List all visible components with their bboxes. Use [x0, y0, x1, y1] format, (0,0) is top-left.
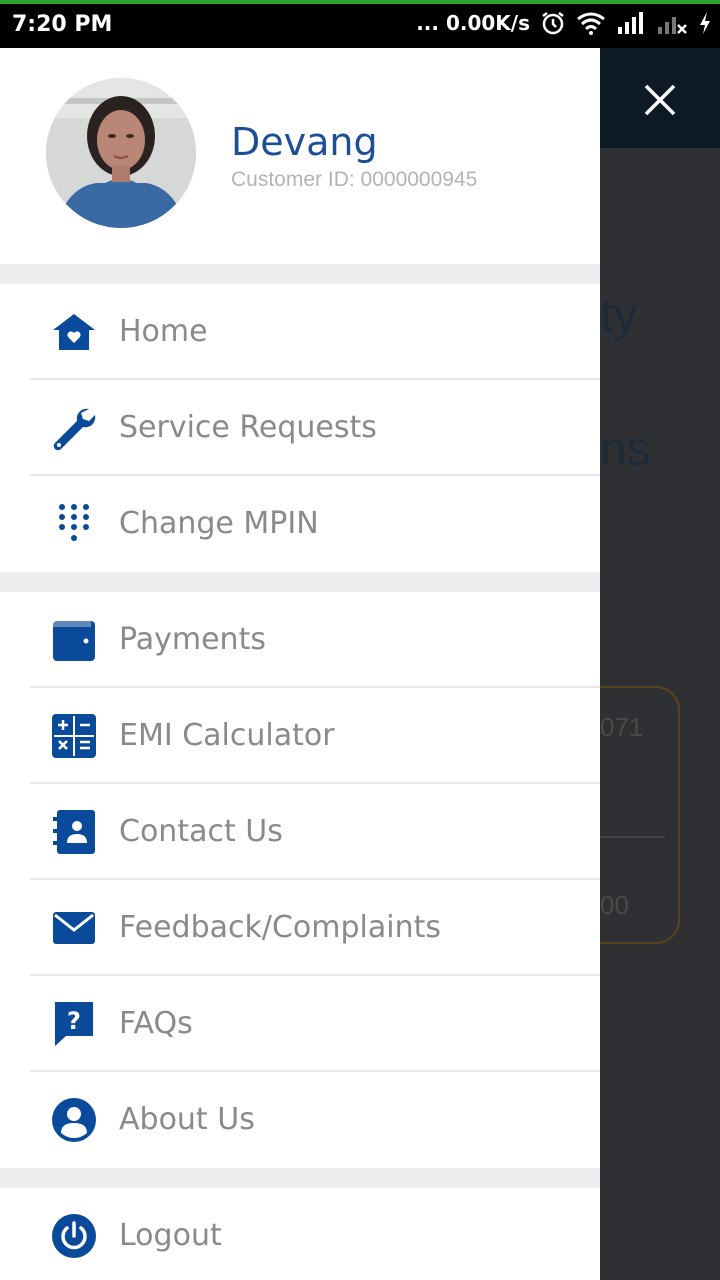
charging-icon — [698, 11, 712, 35]
menu-item-label: FAQs — [119, 1006, 193, 1041]
menu-item-label: Payments — [119, 622, 266, 657]
section-separator — [0, 1168, 600, 1188]
network-speed: ... 0.00K/s — [416, 11, 530, 35]
close-icon — [644, 84, 676, 116]
menu-item-label: Feedback/Complaints — [119, 910, 442, 945]
signal-icon — [616, 11, 646, 35]
menu-item-label: Change MPIN — [119, 506, 319, 541]
question-chat-icon: ? — [50, 1002, 98, 1046]
menu-item-label: Contact Us — [119, 814, 283, 849]
background-text-fragment: ns — [600, 423, 651, 476]
status-time: 7:20 PM — [12, 12, 113, 37]
power-icon — [50, 1214, 98, 1258]
status-accent-line — [0, 0, 720, 4]
alarm-icon — [540, 10, 566, 36]
menu-item-payments[interactable]: Payments — [0, 592, 600, 688]
menu-item-about-us[interactable]: About Us — [0, 1072, 600, 1168]
background-card-text: 071 — [600, 712, 644, 742]
menu-item-home[interactable]: Home — [0, 284, 600, 380]
envelope-icon — [50, 906, 98, 950]
menu-item-emi-calculator[interactable]: EMI Calculator — [0, 688, 600, 784]
signal-x-icon — [656, 11, 688, 35]
svg-text:?: ? — [67, 1007, 81, 1035]
navigation-drawer: Devang Customer ID: 0000000945 Home Serv… — [0, 48, 600, 1280]
contact-book-icon — [50, 810, 98, 854]
background-app-overlay[interactable]: ty ns 071 00 — [600, 48, 720, 1280]
menu-item-label: Home — [119, 314, 208, 349]
status-bar: 7:20 PM ... 0.00K/s — [0, 0, 720, 48]
profile-header: Devang Customer ID: 0000000945 — [0, 48, 600, 264]
close-drawer-button[interactable] — [640, 80, 680, 120]
wifi-icon — [576, 11, 606, 35]
dialpad-icon — [50, 502, 98, 546]
customer-id: Customer ID: 0000000945 — [231, 168, 478, 191]
menu-item-logout[interactable]: Logout — [0, 1188, 600, 1280]
status-icons: ... 0.00K/s — [416, 10, 712, 36]
menu-item-label: EMI Calculator — [119, 718, 335, 753]
menu-item-label: Logout — [119, 1218, 222, 1253]
menu-item-feedback-complaints[interactable]: Feedback/Complaints — [0, 880, 600, 976]
profile-name: Devang — [231, 120, 378, 164]
avatar[interactable] — [46, 78, 196, 228]
background-text-fragment: ty — [600, 289, 638, 342]
background-card-divider — [600, 836, 665, 838]
wallet-icon — [50, 618, 98, 662]
section-separator — [0, 264, 600, 284]
menu-item-faqs[interactable]: ? FAQs — [0, 976, 600, 1072]
calculator-icon — [50, 714, 98, 758]
section-separator — [0, 572, 600, 592]
background-card-text: 00 — [600, 890, 629, 920]
home-heart-icon — [50, 310, 98, 354]
wrench-icon — [50, 406, 98, 451]
menu-item-label: About Us — [119, 1102, 255, 1137]
menu-item-contact-us[interactable]: Contact Us — [0, 784, 600, 880]
person-circle-icon — [50, 1098, 98, 1142]
menu-item-change-mpin[interactable]: Change MPIN — [0, 476, 600, 572]
menu-item-label: Service Requests — [119, 410, 377, 445]
menu-item-service-requests[interactable]: Service Requests — [0, 380, 600, 476]
